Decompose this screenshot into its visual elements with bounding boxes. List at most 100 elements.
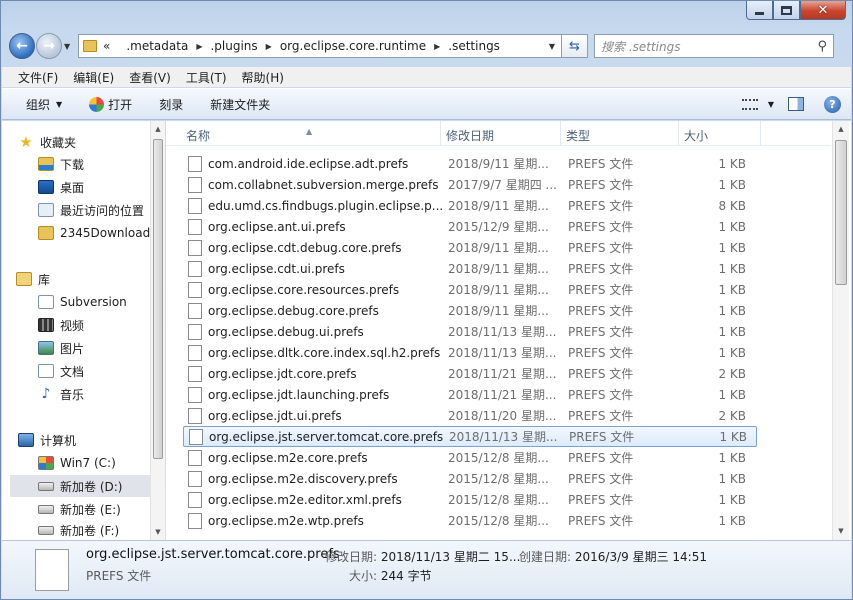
- column-divider[interactable]: [560, 121, 561, 146]
- address-dropdown-icon[interactable]: ▼: [543, 42, 561, 51]
- file-row[interactable]: org.eclipse.m2e.wtp.prefs 2015/12/8 星期...…: [183, 510, 757, 531]
- scroll-thumb[interactable]: [835, 140, 847, 285]
- file-row[interactable]: org.eclipse.debug.core.prefs 2018/9/11 星期…: [183, 300, 757, 321]
- minimize-button[interactable]: [746, 1, 773, 20]
- breadcrumb-metadata[interactable]: .metadata ▶: [126, 39, 210, 53]
- file-size: 2 KB: [718, 408, 746, 423]
- nav-scrollbar[interactable]: ▲ ▼: [150, 121, 165, 540]
- open-button[interactable]: 打开: [89, 96, 132, 113]
- file-size: 2 KB: [718, 366, 746, 381]
- file-date: 2018/11/13 星期...: [449, 430, 558, 444]
- column-name[interactable]: 名称: [186, 127, 210, 144]
- file-row[interactable]: edu.umd.cs.findbugs.plugin.eclipse.p... 2…: [183, 195, 757, 216]
- file-size: 1 KB: [718, 450, 746, 465]
- file-type: PREFS 文件: [568, 241, 634, 255]
- file-row[interactable]: org.eclipse.jdt.launching.prefs 2018/11/2…: [183, 384, 757, 405]
- scroll-up-icon[interactable]: ▲: [833, 121, 849, 138]
- breadcrumb-separator-icon[interactable]: ▶: [196, 42, 202, 51]
- file-row[interactable]: org.eclipse.core.resources.prefs 2018/9/1…: [183, 279, 757, 300]
- address-bar[interactable]: « .metadata ▶ .plugins ▶ org.eclipse.core.…: [78, 34, 562, 58]
- back-button[interactable]: ←: [9, 33, 35, 59]
- sort-ascending-icon: ▲: [306, 127, 313, 136]
- burn-button[interactable]: 刻录: [159, 96, 183, 113]
- organize-button[interactable]: 组织 ▼: [26, 96, 62, 113]
- menu-view[interactable]: 查看(V): [129, 69, 171, 86]
- file-row[interactable]: org.eclipse.m2e.discovery.prefs 2015/12/8…: [183, 468, 757, 489]
- search-input[interactable]: 搜索 .settings ⚲: [594, 34, 834, 58]
- column-divider[interactable]: [760, 121, 761, 146]
- details-pane: org.eclipse.jst.server.tomcat.core.prefs…: [2, 540, 851, 599]
- scroll-thumb[interactable]: [153, 139, 163, 459]
- menu-file[interactable]: 文件(F): [18, 69, 58, 86]
- drive-icon: [38, 504, 54, 514]
- column-date[interactable]: 修改日期: [446, 127, 494, 144]
- file-row[interactable]: org.eclipse.jst.server.tomcat.core.prefs…: [183, 426, 757, 447]
- folder-icon: [83, 40, 97, 52]
- help-icon[interactable]: ?: [824, 95, 841, 113]
- menu-edit[interactable]: 编辑(E): [73, 69, 114, 86]
- file-date: 2018/9/11 星期...: [448, 304, 549, 318]
- column-divider[interactable]: [440, 121, 441, 146]
- file-row[interactable]: org.eclipse.jdt.core.prefs 2018/11/21 星期.…: [183, 363, 757, 384]
- file-icon: [188, 260, 202, 277]
- file-row[interactable]: org.eclipse.m2e.editor.xml.prefs 2015/12/…: [183, 489, 757, 510]
- column-size[interactable]: 大小: [684, 127, 708, 144]
- file-icon: [188, 512, 202, 529]
- column-divider[interactable]: [678, 121, 679, 146]
- file-size: 1 KB: [718, 513, 746, 528]
- menu-tools[interactable]: 工具(T): [186, 69, 227, 86]
- nav-drive-d[interactable]: 新加卷 (D:): [10, 475, 150, 497]
- file-row[interactable]: org.eclipse.cdt.debug.core.prefs 2018/9/1…: [183, 237, 757, 258]
- column-type[interactable]: 类型: [566, 127, 590, 144]
- file-row[interactable]: org.eclipse.jdt.ui.prefs 2018/11/20 星期...…: [183, 405, 757, 426]
- breadcrumb-separator-icon[interactable]: ▶: [434, 42, 440, 51]
- file-icon: [188, 176, 202, 193]
- scroll-down-icon[interactable]: ▼: [833, 523, 849, 540]
- file-row[interactable]: org.eclipse.cdt.ui.prefs 2018/9/11 星期... P…: [183, 258, 757, 279]
- file-row[interactable]: com.android.ide.eclipse.adt.prefs 2018/9/…: [183, 153, 757, 174]
- nav-libraries[interactable]: 库: [16, 268, 163, 290]
- file-row[interactable]: org.eclipse.m2e.core.prefs 2015/12/8 星期..…: [183, 447, 757, 468]
- file-name: org.eclipse.dltk.core.index.sql.h2.prefs: [208, 345, 441, 360]
- file-date: 2018/9/11 星期...: [448, 283, 549, 297]
- details-size: 大小: 244 字节: [349, 569, 432, 583]
- command-bar: 组织 ▼ 打开 刻录 新建文件夹 ▼ ?: [2, 88, 851, 120]
- file-list-scrollbar[interactable]: ▲ ▼: [832, 121, 849, 540]
- new-folder-button[interactable]: 新建文件夹: [210, 96, 270, 113]
- close-button[interactable]: ✕: [800, 1, 846, 20]
- breadcrumb-overflow[interactable]: «: [103, 39, 126, 53]
- file-icon: [188, 197, 202, 214]
- menu-help[interactable]: 帮助(H): [242, 69, 284, 86]
- maximize-button[interactable]: [773, 1, 800, 20]
- breadcrumb-core-runtime[interactable]: org.eclipse.core.runtime ▶: [280, 39, 448, 53]
- refresh-button[interactable]: ⇆: [562, 34, 588, 58]
- scroll-down-icon[interactable]: ▼: [151, 524, 165, 540]
- file-row[interactable]: org.eclipse.debug.ui.prefs 2018/11/13 星期.…: [183, 321, 757, 342]
- view-dropdown-icon[interactable]: ▼: [768, 100, 774, 109]
- file-list: ▲ 名称 修改日期 类型 大小 com.android.ide.eclipse.…: [166, 121, 851, 540]
- file-row[interactable]: org.eclipse.ant.ui.prefs 2015/12/9 星期... P…: [183, 216, 757, 237]
- file-date: 2015/12/8 星期...: [448, 514, 549, 528]
- file-name: com.collabnet.subversion.merge.prefs: [208, 177, 439, 192]
- nav-computer[interactable]: 计算机: [6, 429, 153, 451]
- preview-pane-icon[interactable]: [788, 97, 804, 111]
- breadcrumb-plugins[interactable]: .plugins ▶: [210, 39, 279, 53]
- maximize-icon: [781, 5, 792, 15]
- file-row[interactable]: com.collabnet.subversion.merge.prefs 2017…: [183, 174, 757, 195]
- breadcrumb-settings[interactable]: .settings: [448, 39, 500, 53]
- view-options-icon[interactable]: [741, 98, 758, 110]
- forward-button[interactable]: →: [36, 33, 62, 59]
- search-icon[interactable]: ⚲: [817, 39, 827, 54]
- dropdown-arrow-icon: ▼: [56, 99, 63, 109]
- refresh-icon: ⇆: [569, 38, 580, 54]
- recent-pages-dropdown[interactable]: ▼: [64, 42, 74, 51]
- file-icon: [188, 302, 202, 319]
- file-row[interactable]: org.eclipse.dltk.core.index.sql.h2.prefs…: [183, 342, 757, 363]
- nav-favorites[interactable]: ★ 收藏夹: [6, 131, 153, 153]
- file-size: 1 KB: [718, 387, 746, 402]
- breadcrumb-separator-icon[interactable]: ▶: [266, 42, 272, 51]
- file-date: 2017/9/7 星期四 ...: [448, 178, 557, 192]
- file-icon: [189, 428, 203, 445]
- nav-2345downloads[interactable]: 2345Downloads: [38, 222, 150, 244]
- scroll-up-icon[interactable]: ▲: [151, 121, 165, 137]
